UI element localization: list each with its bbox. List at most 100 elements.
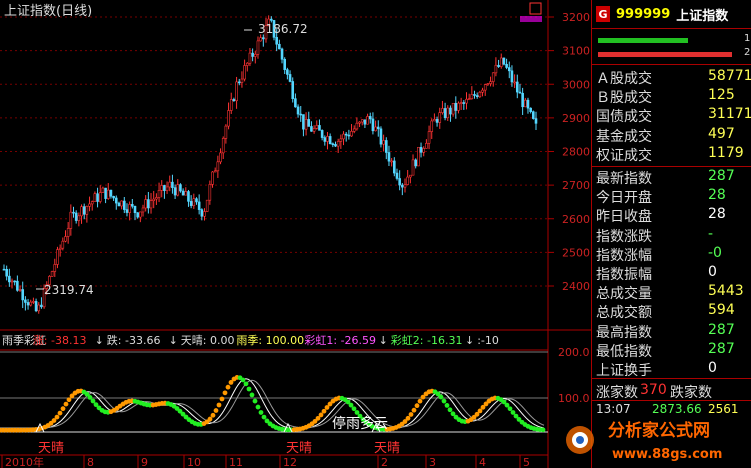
candle-body [433,119,436,122]
quote-row-label: 最高指数 [596,324,652,341]
indicator-dot [63,401,69,407]
candle-body [497,64,500,67]
candle-body [147,199,150,209]
quote-row-label: 指数振幅 [596,267,652,283]
indicator-dot [258,410,264,415]
candle-body [489,81,492,84]
candle-body [58,247,62,250]
candle-body [179,184,182,192]
adv-count: 370 [640,382,667,398]
candle-body [77,215,81,221]
candle-body [518,91,522,94]
candle-body [109,189,113,197]
candle-body [192,198,196,206]
quote-row-label: 指数涨幅 [596,247,652,264]
candle-body [294,98,297,108]
dec-label: 跌家数 [670,385,712,401]
quote-row-value: 287 [708,321,735,338]
candle-body [211,171,214,185]
date-label: 2010年 [5,455,44,468]
index-name: 上证指数 [676,8,729,24]
candle-body [50,271,54,277]
indicator-field: ↓ [465,334,474,347]
g-badge[interactable]: G [596,6,610,22]
indicator-dot [441,398,447,404]
candle-body [374,126,377,132]
candle-body [262,37,265,40]
price-tick: 3000 [562,78,590,91]
candle-body [398,178,401,186]
candle-body [213,170,217,173]
candle-body [168,181,172,188]
candle-body [98,192,102,202]
quote-row-value: 1179 [708,144,744,161]
candle-body [296,106,300,115]
quote-row-value: 28 [708,187,726,204]
quote-row-label: 最低指数 [596,343,652,360]
indicator-dot [222,390,228,396]
price-tick: 2500 [562,246,590,259]
candle-body [61,240,65,249]
candle-body [467,98,471,101]
scroll-marker[interactable] [520,16,542,22]
candle-body [80,206,83,217]
svg-text:www.88gs.com: www.88gs.com [612,447,722,462]
indicator-dot [210,412,216,418]
indicator-dot [507,406,513,412]
candle-body [66,228,70,237]
indicator-dot [261,414,267,420]
date-label: 3 [429,456,436,468]
adv-bar [598,38,688,43]
candle-body [173,187,177,196]
candle-body [401,184,404,188]
candle-body [176,184,180,196]
indicator-dot [417,398,423,404]
candle-body [139,211,142,218]
quote-row: 国债成交 31171 [596,106,751,125]
quote-row-value: 0 [708,360,717,376]
candle-body [326,136,329,142]
quote-row-label: 国债成交 [596,109,652,126]
candle-body [379,128,383,145]
indicator-dot [66,397,72,403]
candle-body [352,128,356,132]
quote-row: 最新指数 287 [596,168,751,187]
candle-body [227,110,230,127]
quote-row: Ｂ股成交 125 [596,87,751,106]
candle-body [101,187,105,193]
quote-row-label: Ｂ股成交 [596,90,652,107]
indicator-field: ↓ [95,334,104,347]
candle-body [232,99,236,102]
indicator-tick: 200.0 [558,346,590,359]
candle-body [2,268,6,271]
indicator-dot [318,412,324,418]
candle-body [112,195,115,199]
candle-body [13,280,16,283]
quote-row-value: 31171 [708,106,751,123]
candle-body [430,120,434,132]
candle-body [152,198,156,201]
candle-body [505,63,508,68]
candle-body [259,37,262,42]
quote-row-value: 594 [708,302,735,319]
price-tick: 3200 [562,11,590,24]
candle-body [243,65,246,80]
candle-body [253,53,257,57]
candle-body [106,189,110,199]
candle-body [208,184,212,201]
indicator-tick: 100.0 [558,392,590,405]
indicator-field: 雨季: 100.00 [236,334,304,347]
candle-body [256,40,260,55]
bar-count-2: 2 [744,47,751,58]
indicator-field: 彩虹1: -26.59 [304,334,376,347]
candle-body [417,147,420,167]
candle-body [270,18,273,21]
candle-body [310,126,313,132]
quote-row-label: 最新指数 [596,171,652,187]
quote-row-value: 125 [708,87,735,104]
candle-body [465,98,468,104]
price-chart[interactable]: 3200 3100 3000 2900 2800 2700 2600 2500 2400 200.… [0,0,591,468]
collapse-button[interactable] [529,2,542,15]
candle-body [513,81,516,84]
candle-body [342,133,345,140]
